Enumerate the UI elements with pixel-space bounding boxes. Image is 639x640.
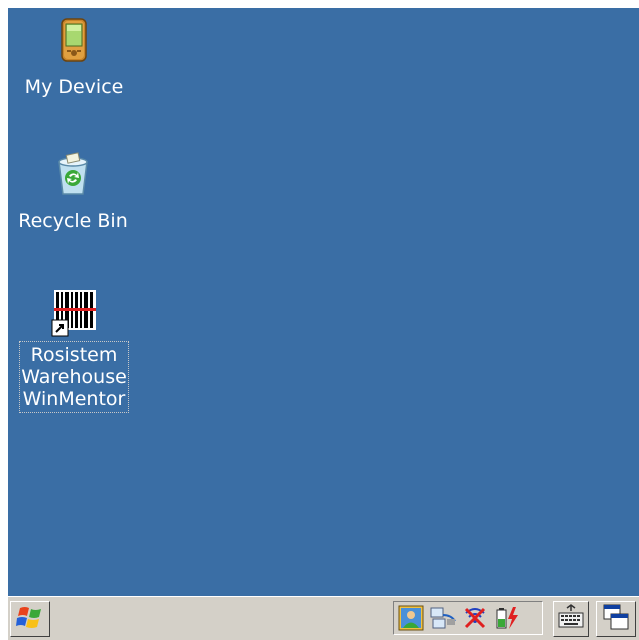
desktop-icon-recycle-bin[interactable]: Recycle Bin [8, 150, 138, 234]
desktop-icon-label: Recycle Bin [18, 210, 128, 232]
desktop-icon-label: My Device [24, 76, 124, 98]
windows-flag-icon [16, 604, 44, 634]
contacts-icon[interactable] [397, 604, 425, 632]
desktop-icon-label: Rosistem Warehouse WinMentor [19, 341, 129, 413]
screen: My Device Recycle Bin Rosistem Warehouse… [8, 8, 639, 640]
taskbar [8, 596, 639, 640]
system-tray [393, 601, 543, 635]
window-switcher-button[interactable] [596, 601, 636, 637]
keyboard-icon [557, 603, 585, 635]
desktop[interactable]: My Device Recycle Bin Rosistem Warehouse… [8, 8, 639, 596]
keyboard-button[interactable] [553, 601, 589, 637]
wireless-off-icon[interactable] [461, 604, 489, 632]
recycle-bin-icon [49, 150, 97, 198]
network-icon[interactable] [429, 604, 457, 632]
pda-device-icon [50, 16, 98, 64]
desktop-icon-rosistem-warehouse[interactable]: Rosistem Warehouse WinMentor [8, 288, 140, 413]
barcode-scanner-shortcut-icon [50, 288, 98, 337]
desktop-icon-my-device[interactable]: My Device [10, 16, 138, 100]
start-button[interactable] [10, 601, 50, 637]
battery-charging-icon[interactable] [493, 604, 521, 632]
window-switcher-icon [602, 603, 630, 635]
